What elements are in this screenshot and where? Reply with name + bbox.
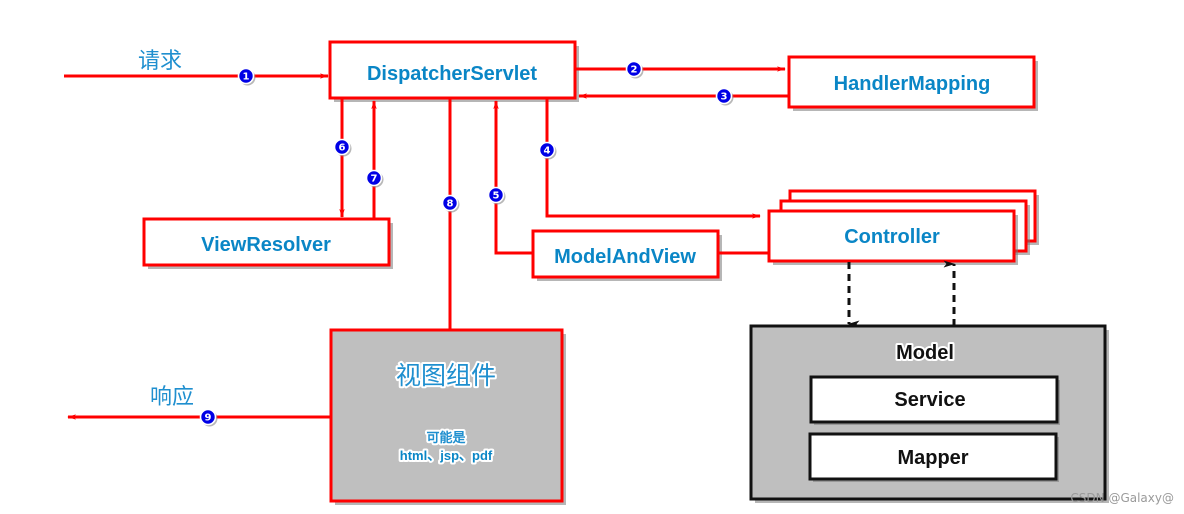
step-badge-2: 2 [625,60,644,79]
watermark-text: CSDN @Galaxy@ [1070,491,1174,505]
service-label: Service [894,389,965,411]
request-label: 请求 [138,49,182,74]
view-component-node: 视图组件 可能是 html、jsp、pdf [329,328,566,505]
controller-node: Controller [767,189,1039,265]
controller-label: Controller [844,226,940,248]
step-badge-number: 7 [371,174,378,185]
step-badge-7: 7 [365,169,384,188]
mapper-label: Mapper [897,447,968,469]
step-badge-number: 2 [631,65,638,76]
model-and-view-node: ModelAndView [531,229,722,281]
step-badge-1: 1 [237,67,256,86]
spring-mvc-flow-diagram: 请求 DispatcherServlet HandlerMapping View… [64,40,1174,505]
step-badge-number: 3 [721,92,728,103]
handler-mapping-label: HandlerMapping [834,73,991,95]
step-badge-5: 5 [487,186,506,205]
dispatcher-servlet-label: DispatcherServlet [367,63,537,85]
view-component-note-line1: 可能是 [426,430,466,446]
step-badge-number: 4 [544,146,551,157]
response-label: 响应 [150,385,194,410]
step-badge-number: 8 [447,199,454,210]
model-and-view-label: ModelAndView [554,246,696,268]
mapper-node: Mapper [808,432,1059,482]
step-badge-number: 6 [339,143,346,154]
handler-mapping-node: HandlerMapping [787,55,1038,111]
step-badge-8: 8 [441,194,460,213]
view-component-title: 视图组件 [396,361,496,390]
step-badge-number: 5 [493,191,500,202]
step-badge-3: 3 [715,87,734,106]
step-badge-number: 1 [243,72,250,83]
view-resolver-node: ViewResolver [142,217,393,269]
flow-arrow-step-4 [545,98,761,219]
service-node: Service [809,375,1060,425]
view-resolver-label: ViewResolver [201,234,331,256]
model-label: Model [896,342,954,364]
step-badge-number: 9 [205,413,212,424]
view-component-note-line2: html、jsp、pdf [400,448,493,463]
flow-arrow-step-5 [493,100,533,255]
step-badge-4: 4 [538,141,557,160]
step-badge-9: 9 [199,408,218,427]
step-badge-6: 6 [333,138,352,157]
model-node: Model Service Mapper [749,324,1109,503]
dispatcher-servlet-node: DispatcherServlet [328,40,579,102]
